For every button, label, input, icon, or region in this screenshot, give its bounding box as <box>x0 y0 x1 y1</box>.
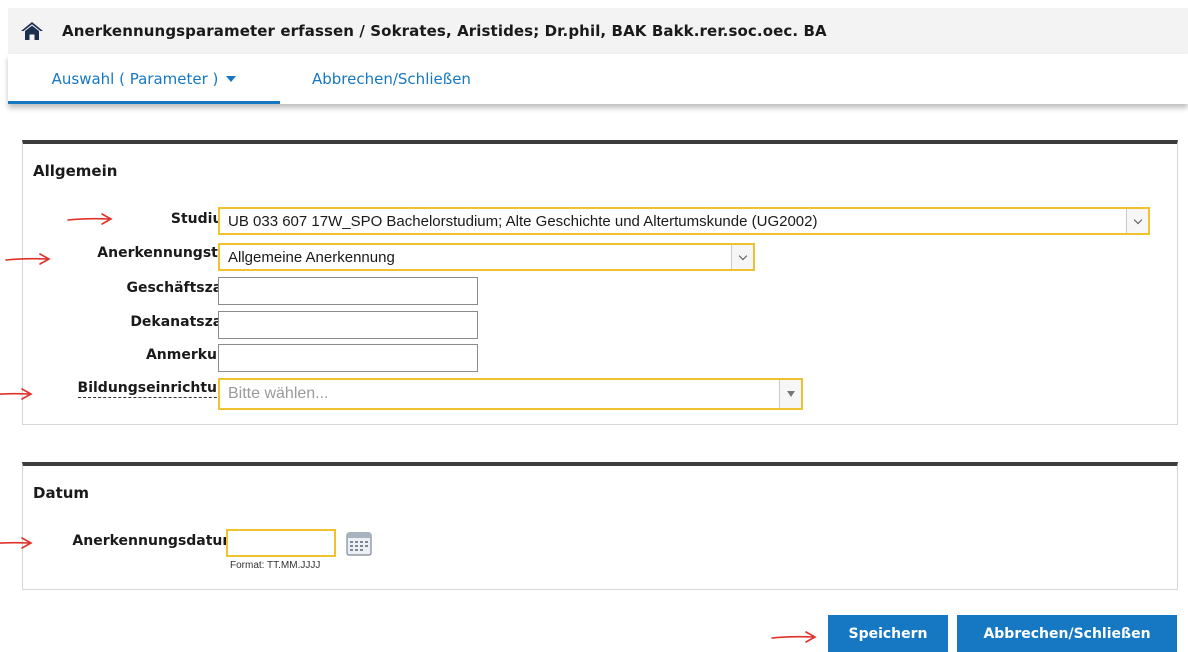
annotation-arrow-icon <box>0 537 33 549</box>
save-button[interactable]: Speichern <box>828 615 948 652</box>
anerkennungstyp-value: Allgemeine Anerkennung <box>228 248 395 266</box>
annotation-arrow-icon <box>67 213 113 225</box>
dekanatszahl-label: Dekanatszahl <box>130 314 237 330</box>
tab-auswahl-parameter[interactable]: Auswahl ( Parameter ) <box>8 54 280 104</box>
tab-bar: Auswahl ( Parameter ) Abbrechen/Schließe… <box>8 54 1188 104</box>
studium-value: UB 033 607 17W_SPO Bachelorstudium; Alte… <box>228 212 818 230</box>
datum-heading: Datum <box>33 484 90 502</box>
cancel-close-button[interactable]: Abbrechen/Schließen <box>957 615 1177 652</box>
allgemein-panel: Allgemein Studium UB 033 607 17W_SPO Bac… <box>22 140 1178 425</box>
anerkennungstyp-label: Anerkennungstyp <box>97 245 237 261</box>
calendar-icon[interactable] <box>346 532 372 556</box>
anmerkung-label: Anmerkung <box>145 347 237 363</box>
anerkennungstyp-select[interactable]: Allgemeine Anerkennung <box>218 243 755 271</box>
date-format-hint: Format: TT.MM.JJJJ <box>230 560 321 571</box>
tab-abbrechen-schliessen[interactable]: Abbrechen/Schließen <box>312 54 471 104</box>
bildungseinrichtung-placeholder: Bitte wählen... <box>228 385 329 402</box>
studium-select[interactable]: UB 033 607 17W_SPO Bachelorstudium; Alte… <box>218 207 1150 235</box>
dekanatszahl-field[interactable] <box>218 311 478 339</box>
tab-label: Auswahl ( Parameter ) <box>51 70 219 88</box>
bildungseinrichtung-select[interactable]: Bitte wählen... <box>218 378 803 410</box>
allgemein-heading: Allgemein <box>33 162 118 180</box>
anerkennungsdatum-field[interactable] <box>226 529 336 557</box>
page-title: Anerkennungsparameter erfassen / Sokrate… <box>62 22 827 40</box>
caret-down-icon <box>226 76 237 82</box>
geschaeftszahl-field[interactable] <box>218 277 478 305</box>
triangle-down-icon[interactable] <box>779 380 801 408</box>
anmerkung-field[interactable] <box>218 344 478 372</box>
chevron-down-icon[interactable] <box>731 245 753 269</box>
annotation-arrow-icon <box>0 388 33 400</box>
geschaeftszahl-label: Geschäftszahl <box>126 280 237 296</box>
title-bar: Anerkennungsparameter erfassen / Sokrate… <box>8 8 1188 54</box>
anerkennungsdatum-label: Anerkennungsdatum <box>72 533 237 549</box>
bildungseinrichtung-label-text: Bildungseinrichtung <box>77 380 237 398</box>
annotation-arrow-icon <box>771 631 817 643</box>
tab-label: Abbrechen/Schließen <box>312 70 471 88</box>
datum-panel: Datum Anerkennungsdatum Format: TT.MM.JJ… <box>22 462 1178 590</box>
home-icon[interactable] <box>20 21 44 41</box>
bildungseinrichtung-label[interactable]: Bildungseinrichtung <box>37 380 237 398</box>
chevron-down-icon[interactable] <box>1126 209 1148 233</box>
annotation-arrow-icon <box>5 253 51 265</box>
